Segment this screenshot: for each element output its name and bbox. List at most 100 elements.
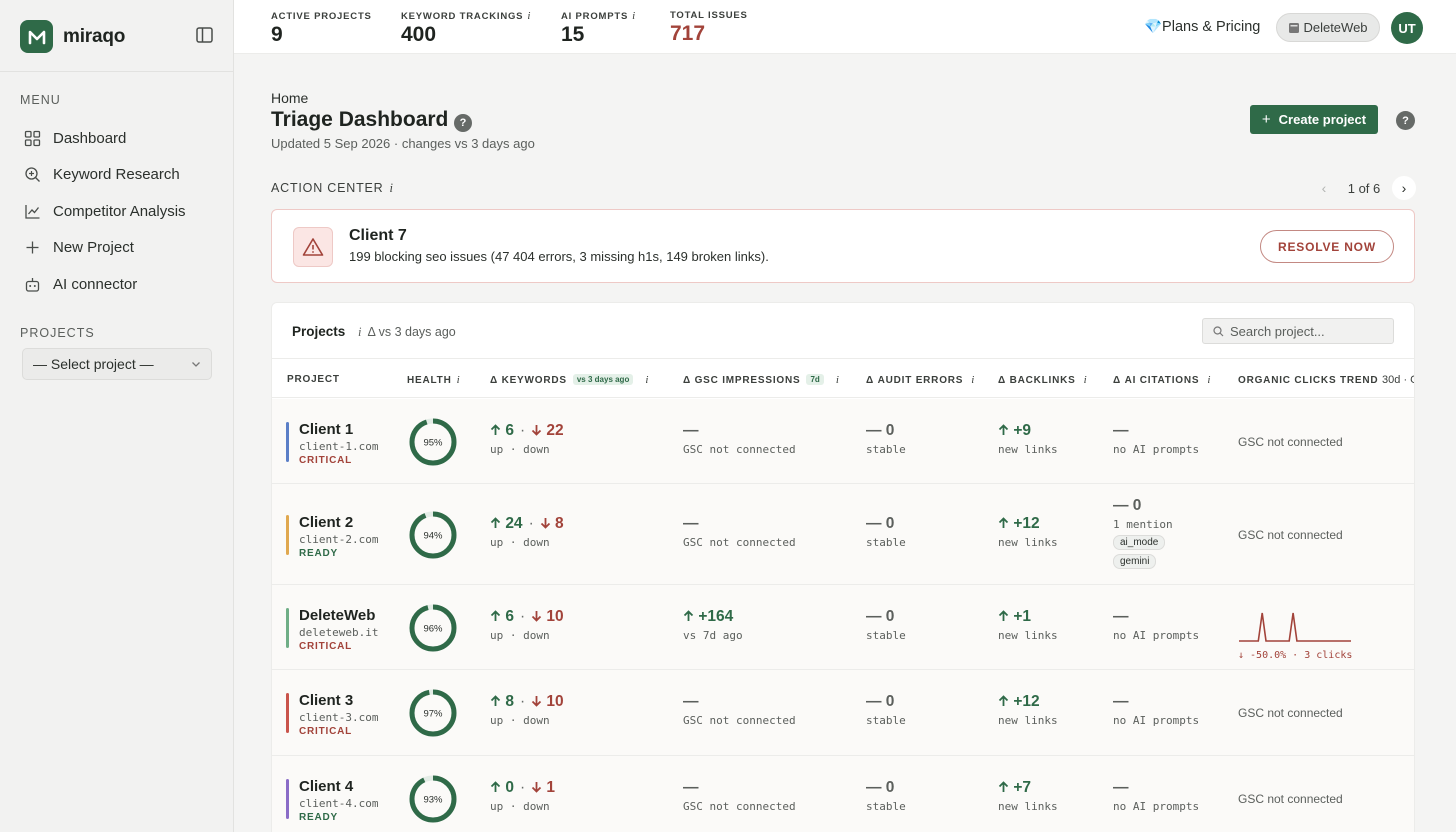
backlinks-sub: new links [998,629,1058,642]
keywords-cell: 8 · 10 up · down [490,693,564,727]
gsc-cell: — GSC not connected [683,779,796,813]
table-row[interactable]: Client 1 client-1.com CRITICAL 95% 6 · 22 up … [272,399,1414,484]
page-help-icon[interactable]: ? [1396,111,1415,130]
gsc-sub: GSC not connected [683,714,796,727]
table-row[interactable]: Client 3 client-3.com CRITICAL 97% 8 · 10 up … [272,670,1414,756]
column-header-gsc-impressions[interactable]: Δ GSC IMPRESSIONS 7d i [683,374,840,386]
sidebar-item-ai-connector[interactable]: AI connector [24,266,224,303]
plans-pricing-link[interactable]: 💎Plans & Pricing [1144,18,1260,35]
sidebar-item-keyword-research[interactable]: Keyword Research [24,157,224,194]
trend-status: GSC not connected [1238,435,1343,449]
column-header-health[interactable]: HEALTH i [407,374,460,386]
updated-text: Updated 5 Sep 2026 · changes vs 3 days a… [271,136,535,151]
gsc-cell: +164 vs 7d ago [683,608,743,642]
trend-status: GSC not connected [1238,528,1343,542]
sidebar-item-label: Competitor Analysis [53,202,186,220]
sidebar-item-label: Keyword Research [53,166,180,184]
create-project-label: Create project [1278,112,1367,127]
keywords-sub: up · down [490,443,550,456]
info-icon[interactable]: i [390,181,394,195]
health-label: 95% [423,438,443,449]
resolve-now-button[interactable]: RESOLVE NOW [1260,230,1394,263]
sidebar-item-label: New Project [53,239,134,257]
avatar[interactable]: UT [1391,12,1423,44]
keywords-cell: 24 · 8 up · down [490,515,564,549]
sidebar-item-new-project[interactable]: New Project [24,230,224,267]
gsc-cell: — GSC not connected [683,422,796,456]
create-project-button[interactable]: + Create project [1250,105,1378,134]
sparkline-line [1239,612,1351,642]
table-row[interactable]: DeleteWeb deleteweb.it CRITICAL 96% 6 · 10 up… [272,585,1414,670]
breadcrumb[interactable]: Home [271,90,308,106]
audit-cell: — 0 stable [866,779,906,813]
ai-citation-chip: ai_mode [1113,535,1166,550]
keywords-cell: 6 · 22 up · down [490,422,564,456]
sidebar-divider [0,71,234,72]
info-icon[interactable]: i [527,10,531,22]
health-gauge: 94% [409,511,457,559]
stat-keyword-trackings: KEYWORD TRACKINGS i 400 [401,10,531,47]
backlinks-cell: +9 new links [998,422,1058,456]
plus-icon: + [1261,111,1271,128]
stat-active-projects: ACTIVE PROJECTS 9 [271,10,376,47]
keywords-down: 22 [531,422,564,439]
project-select[interactable]: — Select project — [22,348,212,380]
sidebar-item-label: Dashboard [53,129,127,147]
audit-delta: — 0 [866,608,895,625]
column-header-keywords[interactable]: Δ KEYWORDS vs 3 days ago i [490,374,649,386]
status-bar [286,693,289,733]
pager-next-button[interactable]: › [1392,176,1416,200]
audit-cell: — 0 stable [866,422,906,456]
keywords-down: 1 [531,779,555,796]
gsc-cell: — GSC not connected [683,693,796,727]
grid-icon [24,130,41,146]
project-name[interactable]: Client 2 [299,514,353,531]
gsc-delta: — [683,693,699,710]
column-header-organic-clicks[interactable]: ORGANIC CLICKS TREND 30d · G [1238,374,1414,386]
ai-citations-cell: — no AI prompts [1113,608,1199,642]
brand-name: miraqo [63,25,126,47]
health-gauge: 96% [409,604,457,652]
column-header-ai-citations[interactable]: Δ AI CITATIONS i [1113,374,1211,386]
pager-prev-button[interactable]: ‹ [1312,180,1336,196]
audit-delta: — 0 [866,515,895,532]
sidebar-item-label: AI connector [53,275,138,293]
keywords-sub: up · down [490,714,550,727]
brand[interactable]: miraqo [20,20,125,53]
stat-value: 400 [401,23,437,46]
health-label: 94% [423,531,443,542]
ai-citations-cell: — no AI prompts [1113,779,1199,813]
column-header-backlinks[interactable]: Δ BACKLINKS i [998,374,1088,386]
keywords-sub: up · down [490,629,550,642]
column-header-project[interactable]: PROJECT [287,374,340,385]
project-name[interactable]: Client 4 [299,778,353,795]
project-name[interactable]: DeleteWeb [299,607,375,624]
audit-sub: stable [866,714,906,727]
project-name[interactable]: Client 1 [299,421,353,438]
backlinks-sub: new links [998,536,1058,549]
info-icon[interactable]: i [632,10,636,22]
project-domain: deleteweb.it [299,626,379,639]
project-name[interactable]: Client 3 [299,692,353,709]
search-input[interactable] [1230,323,1390,339]
backlinks-sub: new links [998,443,1058,456]
sidebar-toggle-icon[interactable] [195,26,215,44]
project-domain: client-2.com [299,533,379,546]
alert-description: 199 blocking seo issues (47 404 errors, … [349,249,769,264]
backlinks-sub: new links [998,800,1058,813]
keywords-down: 10 [531,608,564,625]
table-row[interactable]: Client 4 client-4.com READY 93% 0 · 1 up · do… [272,756,1414,832]
stat-value: 15 [561,23,585,46]
audit-delta: — 0 [866,693,895,710]
backlinks-delta: +7 [998,779,1058,797]
table-row[interactable]: Client 2 client-2.com READY 94% 24 · 8 up · d… [272,484,1414,585]
info-icon[interactable]: i [358,325,361,339]
sidebar-item-dashboard[interactable]: Dashboard [24,120,224,157]
ai-citation-chip: gemini [1113,554,1157,569]
sidebar-item-competitor-analysis[interactable]: Competitor Analysis [24,193,224,230]
project-search[interactable] [1202,318,1394,344]
column-header-audit-errors[interactable]: Δ AUDIT ERRORS i [866,374,975,386]
help-icon[interactable]: ? [454,114,472,132]
site-switcher[interactable]: DeleteWeb [1276,13,1380,42]
search-icon [1213,325,1224,336]
